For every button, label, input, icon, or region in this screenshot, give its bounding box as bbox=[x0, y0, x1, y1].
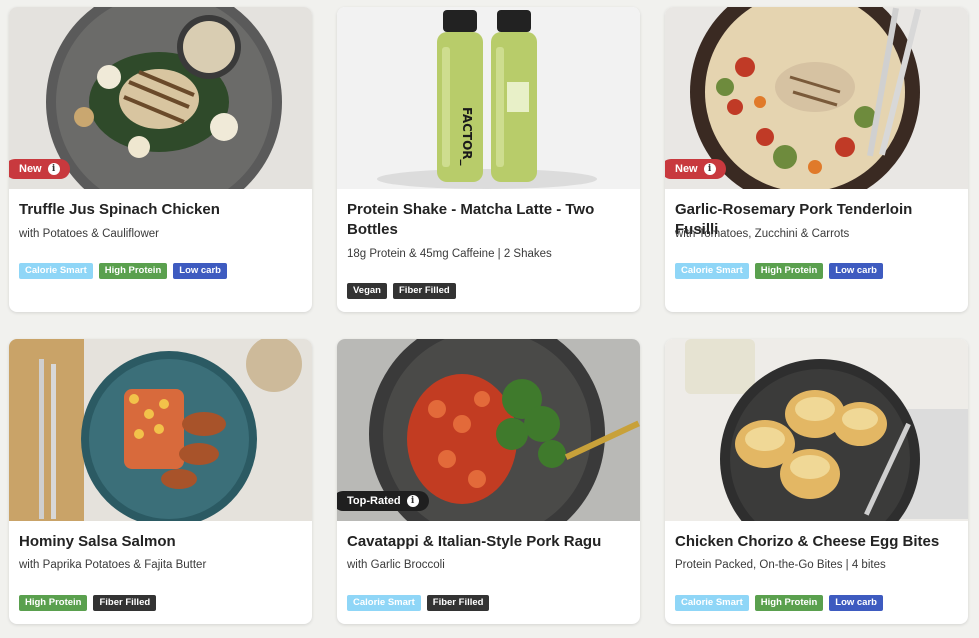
low-carb-tag: Low carb bbox=[173, 263, 227, 279]
meal-card[interactable]: Top-Rated i Cavatappi & Italian-Style Po… bbox=[337, 339, 640, 624]
new-badge: New i bbox=[9, 159, 70, 179]
meal-subtitle: Protein Packed, On-the-Go Bites | 4 bite… bbox=[675, 559, 886, 571]
tag-list: Calorie Smart High Protein Low carb bbox=[19, 263, 227, 279]
calorie-smart-tag: Calorie Smart bbox=[347, 595, 421, 611]
badge-label: New bbox=[675, 163, 698, 175]
calorie-smart-tag: Calorie Smart bbox=[675, 263, 749, 279]
high-protein-tag: High Protein bbox=[98, 263, 168, 279]
bottle-brand-text: FACTOR_ bbox=[459, 107, 474, 166]
low-carb-tag: Low carb bbox=[829, 263, 883, 279]
meal-card[interactable]: New i Truffle Jus Spinach Chicken with P… bbox=[9, 7, 312, 312]
fiber-filled-tag: Fiber Filled bbox=[93, 595, 157, 611]
meal-title[interactable]: Hominy Salsa Salmon bbox=[19, 532, 302, 552]
low-carb-tag: Low carb bbox=[829, 595, 883, 611]
meal-image[interactable]: FACTOR_ bbox=[337, 7, 640, 189]
info-icon[interactable]: i bbox=[406, 495, 419, 507]
meal-card[interactable]: Hominy Salsa Salmon with Paprika Potatoe… bbox=[9, 339, 312, 624]
meal-card[interactable]: New i Garlic-Rosemary Pork Tenderloin Fu… bbox=[665, 7, 968, 312]
high-protein-tag: High Protein bbox=[754, 263, 824, 279]
meal-subtitle: with Paprika Potatoes & Fajita Butter bbox=[19, 559, 207, 571]
tag-list: Vegan Fiber Filled bbox=[347, 283, 456, 299]
new-badge: New i bbox=[665, 159, 726, 179]
badge-label: Top-Rated bbox=[347, 495, 401, 507]
fiber-filled-tag: Fiber Filled bbox=[393, 283, 456, 299]
calorie-smart-tag: Calorie Smart bbox=[675, 595, 749, 611]
meal-subtitle: with Potatoes & Cauliflower bbox=[19, 228, 159, 240]
info-icon[interactable]: i bbox=[703, 163, 716, 175]
top-rated-badge: Top-Rated i bbox=[337, 491, 429, 511]
meal-image[interactable] bbox=[665, 339, 968, 521]
meal-subtitle: with Garlic Broccoli bbox=[347, 559, 445, 571]
tag-list: Calorie Smart High Protein Low carb bbox=[675, 263, 883, 279]
badge-label: New bbox=[19, 163, 42, 175]
fiber-filled-tag: Fiber Filled bbox=[426, 595, 490, 611]
high-protein-tag: High Protein bbox=[19, 595, 88, 611]
meal-image[interactable] bbox=[9, 339, 312, 521]
tag-list: Calorie Smart Fiber Filled bbox=[347, 595, 490, 611]
meal-title[interactable]: Protein Shake - Matcha Latte - Two Bottl… bbox=[347, 200, 630, 240]
tag-list: High Protein Fiber Filled bbox=[19, 595, 157, 611]
meal-title[interactable]: Cavatappi & Italian-Style Pork Ragu bbox=[347, 532, 630, 552]
vegan-tag: Vegan bbox=[347, 283, 387, 299]
high-protein-tag: High Protein bbox=[754, 595, 824, 611]
tag-list: Calorie Smart High Protein Low carb bbox=[675, 595, 883, 611]
meal-card[interactable]: FACTOR_ Protein Shake - Matcha Latte - T… bbox=[337, 7, 640, 312]
calorie-smart-tag: Calorie Smart bbox=[19, 263, 93, 279]
meal-card[interactable]: Chicken Chorizo & Cheese Egg Bites Prote… bbox=[665, 339, 968, 624]
meal-subtitle: with Tomatoes, Zucchini & Carrots bbox=[675, 228, 850, 240]
meal-title[interactable]: Truffle Jus Spinach Chicken bbox=[19, 200, 302, 220]
meal-title[interactable]: Chicken Chorizo & Cheese Egg Bites bbox=[675, 532, 958, 552]
meal-subtitle: 18g Protein & 45mg Caffeine | 2 Shakes bbox=[347, 248, 552, 260]
info-icon[interactable]: i bbox=[47, 163, 60, 175]
